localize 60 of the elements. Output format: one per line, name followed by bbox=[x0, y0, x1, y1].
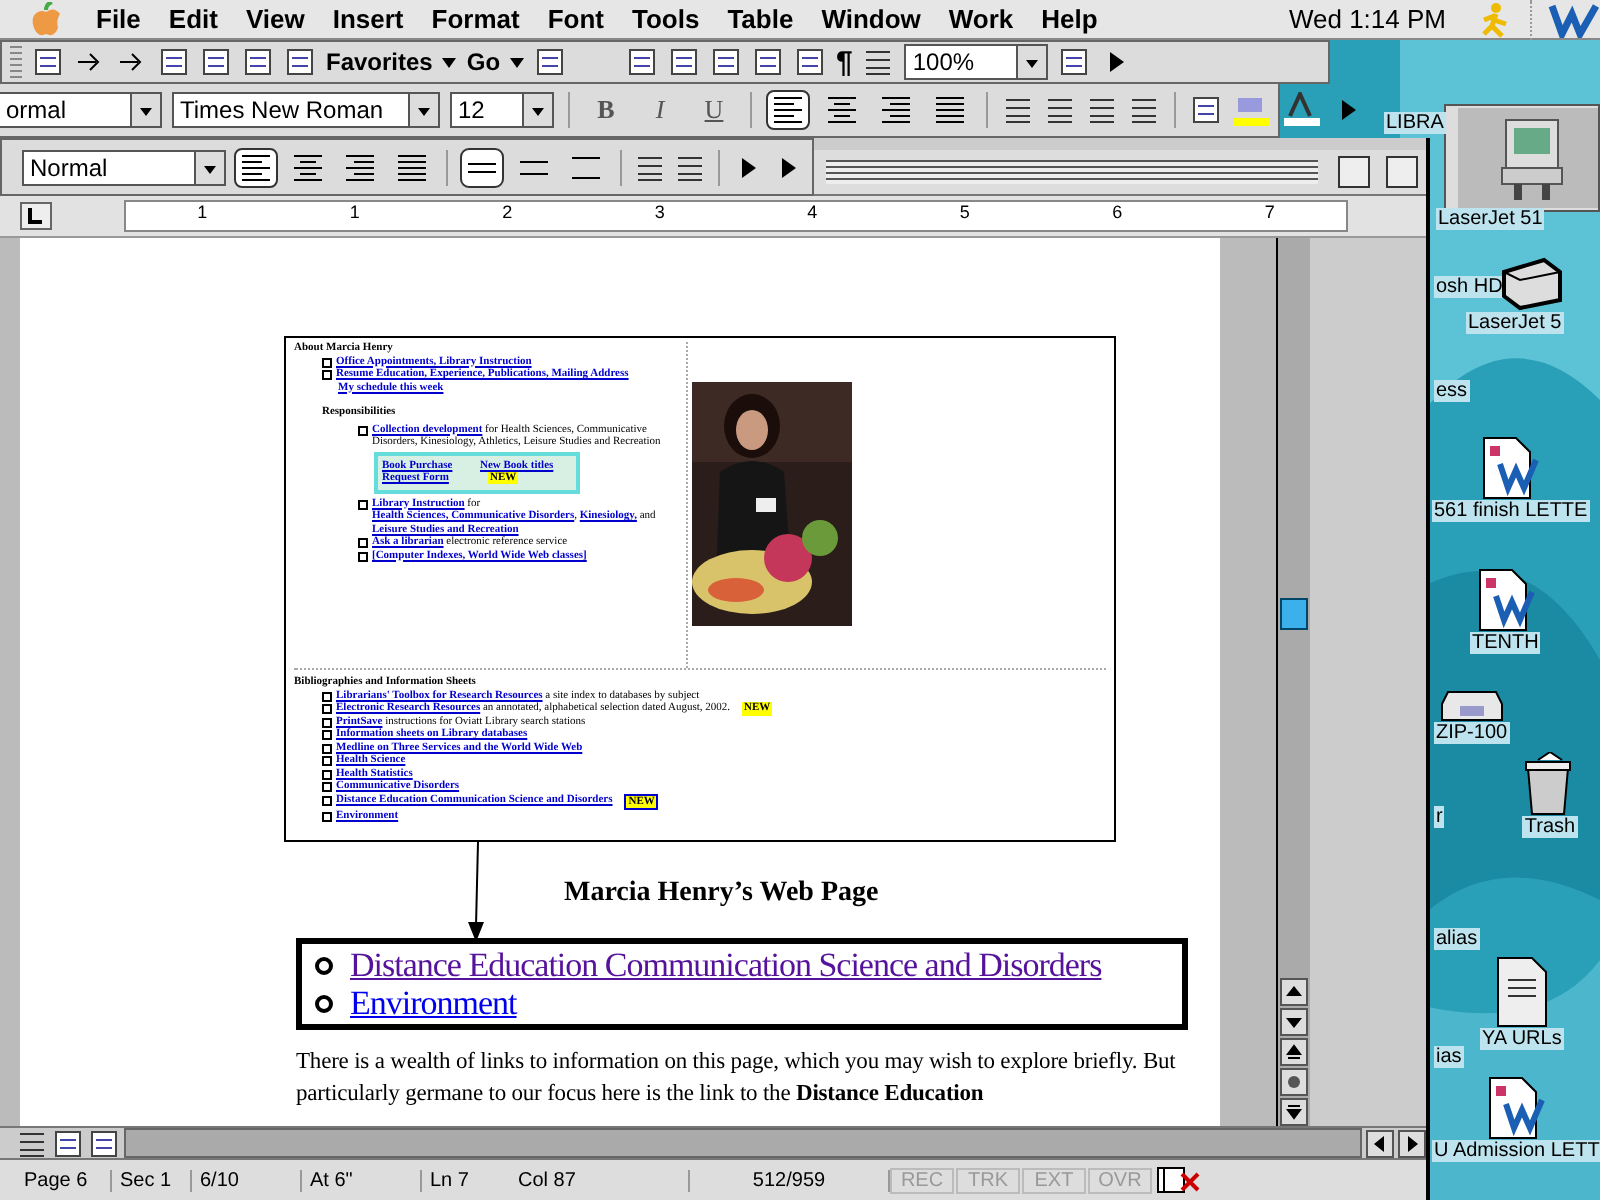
mode-indicator: REC bbox=[890, 1167, 954, 1193]
menu-item[interactable]: Insert bbox=[318, 4, 418, 34]
underline-button[interactable]: U bbox=[692, 90, 736, 130]
font-size-dropdown[interactable]: 12 bbox=[450, 92, 554, 128]
desktop-icon-label[interactable]: YA URLs bbox=[1480, 1028, 1564, 1050]
ruler-number: 5 bbox=[959, 202, 970, 226]
ruler-number: 1 bbox=[349, 202, 360, 226]
desktop-icon-label[interactable]: LIBRA bbox=[1384, 112, 1446, 134]
ruler-number: 4 bbox=[807, 202, 818, 226]
menu-item[interactable]: Table bbox=[713, 4, 808, 34]
paragraph: There is a wealth of links to information on this page, which you may wish to explore briefly. But particularly germane to our focus here is the link to the Distance Education bbox=[296, 1048, 1178, 1110]
menu-item[interactable]: Window bbox=[807, 4, 935, 34]
bold-button[interactable]: B bbox=[584, 90, 628, 130]
status-text: Sec 1 bbox=[112, 1169, 192, 1191]
link[interactable]: Distance Education Communication Science and Disorders bbox=[350, 946, 1102, 984]
menu-item[interactable]: Tools bbox=[617, 4, 714, 34]
menu-item[interactable]: File bbox=[82, 4, 155, 34]
zoom-dropdown[interactable]: 100% bbox=[904, 44, 1049, 80]
status-text: 6/10 bbox=[192, 1169, 302, 1191]
menu-item[interactable]: View bbox=[231, 4, 319, 34]
desktop-icon-label[interactable]: Trash bbox=[1522, 816, 1578, 838]
desktop-icon-label[interactable]: ZIP-100 bbox=[1434, 722, 1510, 744]
desktop-icon-label[interactable]: TENTH bbox=[1470, 632, 1541, 654]
desktop-icon-label[interactable]: r bbox=[1434, 806, 1445, 828]
menu-item[interactable]: Edit bbox=[154, 4, 232, 34]
ruler-number: 3 bbox=[654, 202, 665, 226]
desktop-icon-label[interactable]: LaserJet 51 bbox=[1436, 208, 1545, 230]
ruler-number: 2 bbox=[502, 202, 513, 226]
font-dropdown[interactable]: Times New Roman bbox=[172, 92, 440, 128]
desktop-icon-label[interactable]: LaserJet 5 bbox=[1466, 312, 1564, 334]
menu-item[interactable]: Font bbox=[533, 4, 618, 34]
show-hide-button[interactable]: ¶ bbox=[836, 45, 853, 79]
status-text: Ln 7 bbox=[428, 1169, 471, 1191]
status-text: Page 6 bbox=[16, 1169, 112, 1191]
go-menu[interactable]: Go bbox=[466, 48, 501, 76]
style-dropdown[interactable]: Normal bbox=[22, 149, 226, 185]
italic-button[interactable]: I bbox=[638, 90, 682, 130]
status-text: 512/959 bbox=[690, 1169, 890, 1191]
menu-item[interactable]: Help bbox=[1027, 4, 1112, 34]
desktop-icon-label[interactable]: osh HD bbox=[1434, 276, 1505, 298]
desktop-icon-label[interactable]: alias bbox=[1434, 928, 1480, 950]
menu-item[interactable]: Format bbox=[417, 4, 534, 34]
desktop-icon-label[interactable]: ias bbox=[1434, 1046, 1464, 1068]
mode-indicator: TRK bbox=[956, 1167, 1020, 1193]
style-dropdown[interactable]: ormal bbox=[0, 92, 162, 128]
desktop-icon-label[interactable]: 561 finish LETTE bbox=[1432, 500, 1590, 522]
status-text: At 6" bbox=[302, 1169, 422, 1191]
desktop-icon-label[interactable]: ess bbox=[1434, 380, 1470, 402]
mode-indicator: EXT bbox=[1022, 1167, 1086, 1193]
favorites-menu[interactable]: Favorites bbox=[326, 48, 433, 76]
desktop-icon-label[interactable]: U Admission LETT bbox=[1432, 1140, 1600, 1162]
link[interactable]: Environment bbox=[350, 984, 517, 1022]
ruler-number: 7 bbox=[1264, 202, 1275, 226]
ruler-number: 1 bbox=[197, 202, 208, 226]
menu-item[interactable]: Work bbox=[934, 4, 1028, 34]
status-text: Col 87 bbox=[510, 1169, 690, 1191]
clock: Wed 1:14 PM bbox=[1288, 4, 1446, 34]
caption: Marcia Henry’s Web Page bbox=[564, 878, 881, 912]
mode-indicator: OVR bbox=[1088, 1167, 1152, 1193]
ruler-number: 6 bbox=[1112, 202, 1123, 226]
